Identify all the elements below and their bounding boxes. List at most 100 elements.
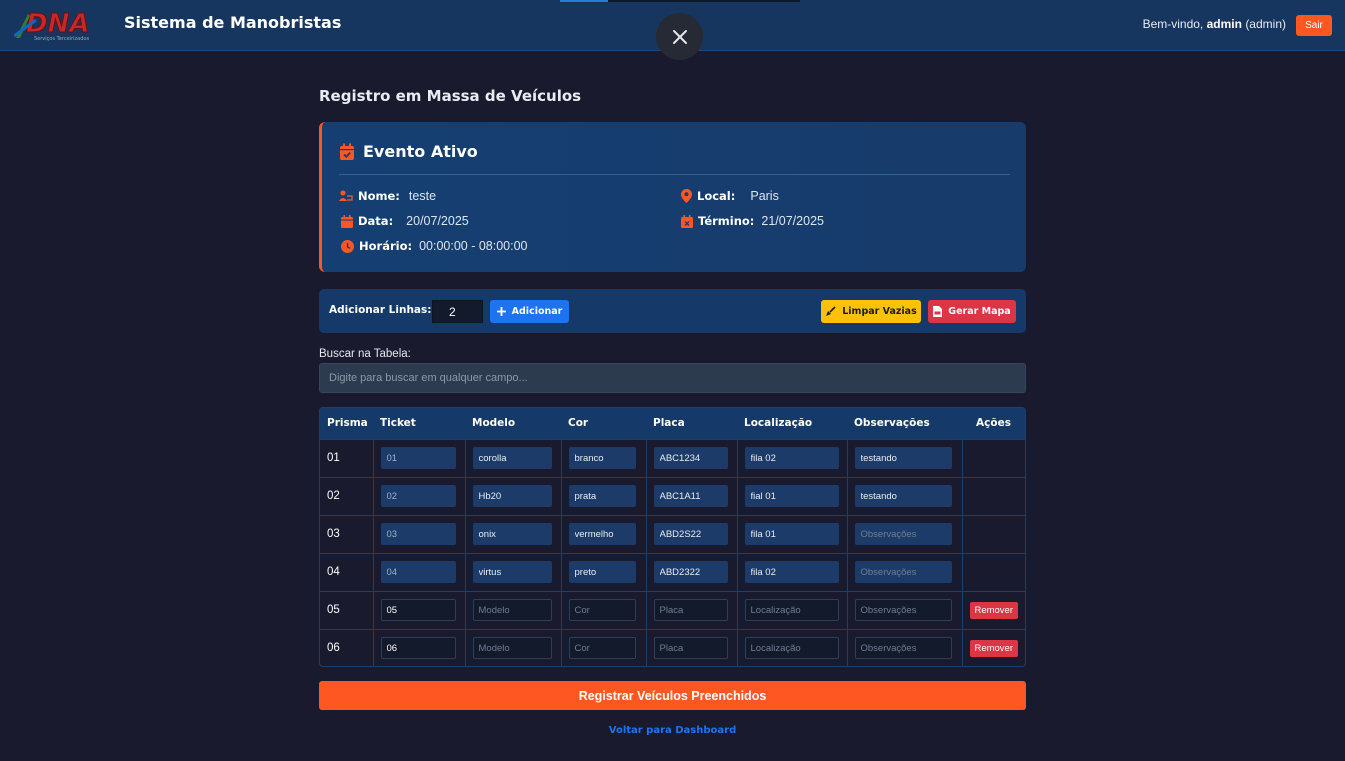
table-header-row: Prisma Ticket Modelo Cor Placa Localizaç… (320, 408, 1025, 439)
modelo-input[interactable] (472, 523, 552, 545)
event-end-value: 21/07/2025 (761, 214, 824, 228)
localizacao-input[interactable] (744, 447, 839, 469)
actions-cell: Remover (961, 628, 1025, 666)
localizacao-input[interactable] (744, 485, 839, 507)
remove-row-button[interactable]: Remover (969, 601, 1018, 619)
clear-empty-button[interactable]: Limpar Vazias (821, 300, 921, 323)
add-rows-count-input[interactable] (432, 300, 483, 323)
prisma-cell: 03 (320, 514, 374, 554)
plus-icon (496, 307, 506, 316)
vehicles-table: Prisma Ticket Modelo Cor Placa Localizaç… (319, 407, 1026, 667)
event-location-row: Local: Paris (681, 189, 779, 203)
app-title: Sistema de Manobristas (124, 13, 342, 32)
observacoes-input[interactable] (854, 637, 952, 659)
broom-icon (826, 306, 836, 316)
generate-map-button[interactable]: Gerar Mapa (928, 300, 1016, 323)
table-row: 02 (320, 476, 1025, 516)
localizacao-input[interactable] (744, 637, 839, 659)
placa-input[interactable] (653, 561, 728, 583)
event-divider (339, 174, 1010, 175)
col-observacoes: Observações (854, 417, 930, 430)
table-row: 04 (320, 552, 1025, 592)
modelo-input[interactable] (472, 561, 552, 583)
col-modelo: Modelo (472, 417, 516, 430)
localizacao-input[interactable] (744, 561, 839, 583)
svg-text:DNA: DNA (26, 9, 89, 39)
col-placa: Placa (653, 417, 685, 430)
cor-input[interactable] (568, 485, 636, 507)
actions-cell (961, 514, 1025, 554)
add-rows-label: Adicionar Linhas: (329, 304, 432, 316)
event-name-value: teste (408, 189, 437, 203)
observacoes-input[interactable] (854, 561, 952, 583)
active-event-card: Evento Ativo Nome: teste Local: Paris Da… (319, 122, 1026, 272)
modelo-input[interactable] (472, 447, 552, 469)
remove-row-button[interactable]: Remover (969, 639, 1018, 657)
file-pdf-icon (933, 306, 943, 317)
ticket-input[interactable] (380, 561, 456, 583)
modelo-input[interactable] (472, 637, 552, 659)
table-row: 05 Remover (320, 590, 1025, 630)
modelo-input[interactable] (472, 599, 552, 621)
col-prisma: Prisma (327, 417, 368, 430)
localizacao-input[interactable] (744, 599, 839, 621)
dna-logo: DNA Serviços Terceirizados (13, 8, 114, 42)
header-tab-indicator (560, 0, 800, 2)
rows-toolbar: Adicionar Linhas: Adicionar Limpar Vazia… (319, 289, 1026, 333)
svg-text:Serviços Terceirizados: Serviços Terceirizados (34, 36, 89, 42)
ticket-input[interactable] (380, 599, 456, 621)
observacoes-input[interactable] (854, 599, 952, 621)
map-pin-icon (681, 189, 692, 203)
cor-input[interactable] (568, 599, 636, 621)
table-search-input[interactable] (319, 363, 1026, 393)
col-ticket: Ticket (380, 417, 416, 430)
event-name-row: Nome: teste (339, 189, 436, 203)
logout-button[interactable]: Sair (1296, 15, 1332, 36)
actions-cell: Remover (961, 590, 1025, 630)
localizacao-input[interactable] (744, 523, 839, 545)
observacoes-input[interactable] (854, 523, 952, 545)
ticket-input[interactable] (380, 447, 456, 469)
username: admin (1206, 17, 1242, 31)
ticket-input[interactable] (380, 523, 456, 545)
prisma-cell: 06 (320, 628, 374, 666)
event-title: Evento Ativo (363, 142, 478, 161)
user-tag-icon (339, 190, 353, 201)
observacoes-input[interactable] (854, 485, 952, 507)
event-date-row: Data: 20/07/2025 (341, 214, 469, 228)
observacoes-input[interactable] (854, 447, 952, 469)
actions-cell (961, 476, 1025, 516)
col-localizacao: Localização (744, 417, 813, 430)
cor-input[interactable] (568, 447, 636, 469)
back-to-dashboard-link[interactable]: Voltar para Dashboard (319, 725, 1026, 736)
event-time-row: Horário: 00:00:00 - 08:00:00 (341, 239, 528, 253)
search-label: Buscar na Tabela: (319, 348, 411, 360)
clock-icon (341, 239, 354, 253)
welcome-message: Bem-vindo, admin (admin) (1142, 17, 1286, 31)
table-row: 01 (320, 438, 1025, 478)
ticket-input[interactable] (380, 637, 456, 659)
register-vehicles-button[interactable]: Registrar Veículos Preenchidos (319, 681, 1026, 710)
cor-input[interactable] (568, 637, 636, 659)
placa-input[interactable] (653, 599, 728, 621)
close-icon (672, 29, 687, 44)
cor-input[interactable] (568, 523, 636, 545)
event-end-row: Término: 21/07/2025 (681, 214, 824, 228)
close-overlay-button[interactable] (656, 13, 703, 60)
placa-input[interactable] (653, 485, 728, 507)
page-title: Registro em Massa de Veículos (319, 87, 582, 105)
col-acoes: Ações (976, 417, 1011, 430)
table-row: 03 (320, 514, 1025, 554)
actions-cell (961, 552, 1025, 592)
ticket-input[interactable] (380, 485, 456, 507)
modelo-input[interactable] (472, 485, 552, 507)
prisma-cell: 01 (320, 438, 374, 478)
placa-input[interactable] (653, 637, 728, 659)
prisma-cell: 02 (320, 476, 374, 516)
placa-input[interactable] (653, 447, 728, 469)
placa-input[interactable] (653, 523, 728, 545)
prisma-cell: 04 (320, 552, 374, 592)
cor-input[interactable] (568, 561, 636, 583)
add-rows-button[interactable]: Adicionar (490, 300, 569, 323)
event-date-value: 20/07/2025 (406, 214, 469, 228)
